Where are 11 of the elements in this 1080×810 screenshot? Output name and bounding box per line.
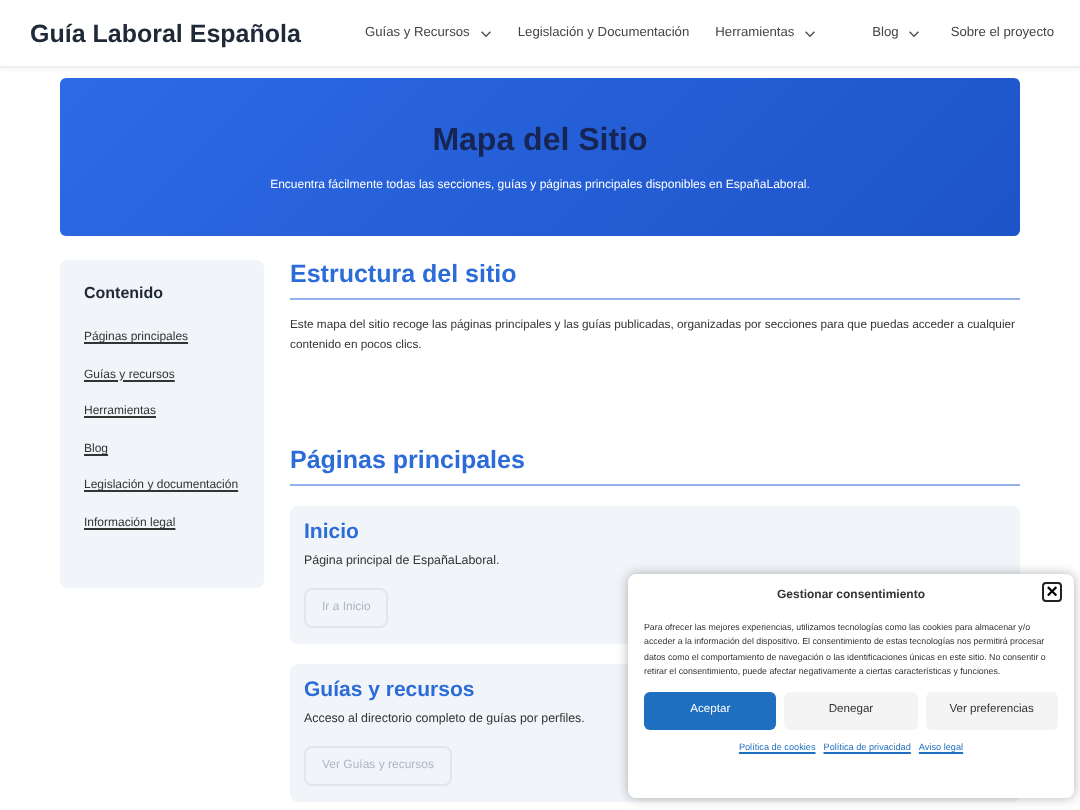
card-title: Inicio: [304, 519, 359, 544]
sidebar-title: Contenido: [84, 284, 166, 302]
hero-title: Mapa del Sitio: [432, 123, 648, 159]
section-heading: Páginas principales: [290, 445, 1020, 486]
section-heading: Estructura del sitio: [290, 260, 1020, 300]
close-button[interactable]: ×: [1042, 582, 1062, 602]
site-logo[interactable]: Guía Laboral Española: [30, 19, 301, 47]
chevron-down-icon: [804, 29, 817, 37]
card-title: Guías y recursos: [304, 677, 475, 702]
chevron-down-icon: [908, 29, 921, 37]
chevron-down-icon: [479, 29, 492, 37]
